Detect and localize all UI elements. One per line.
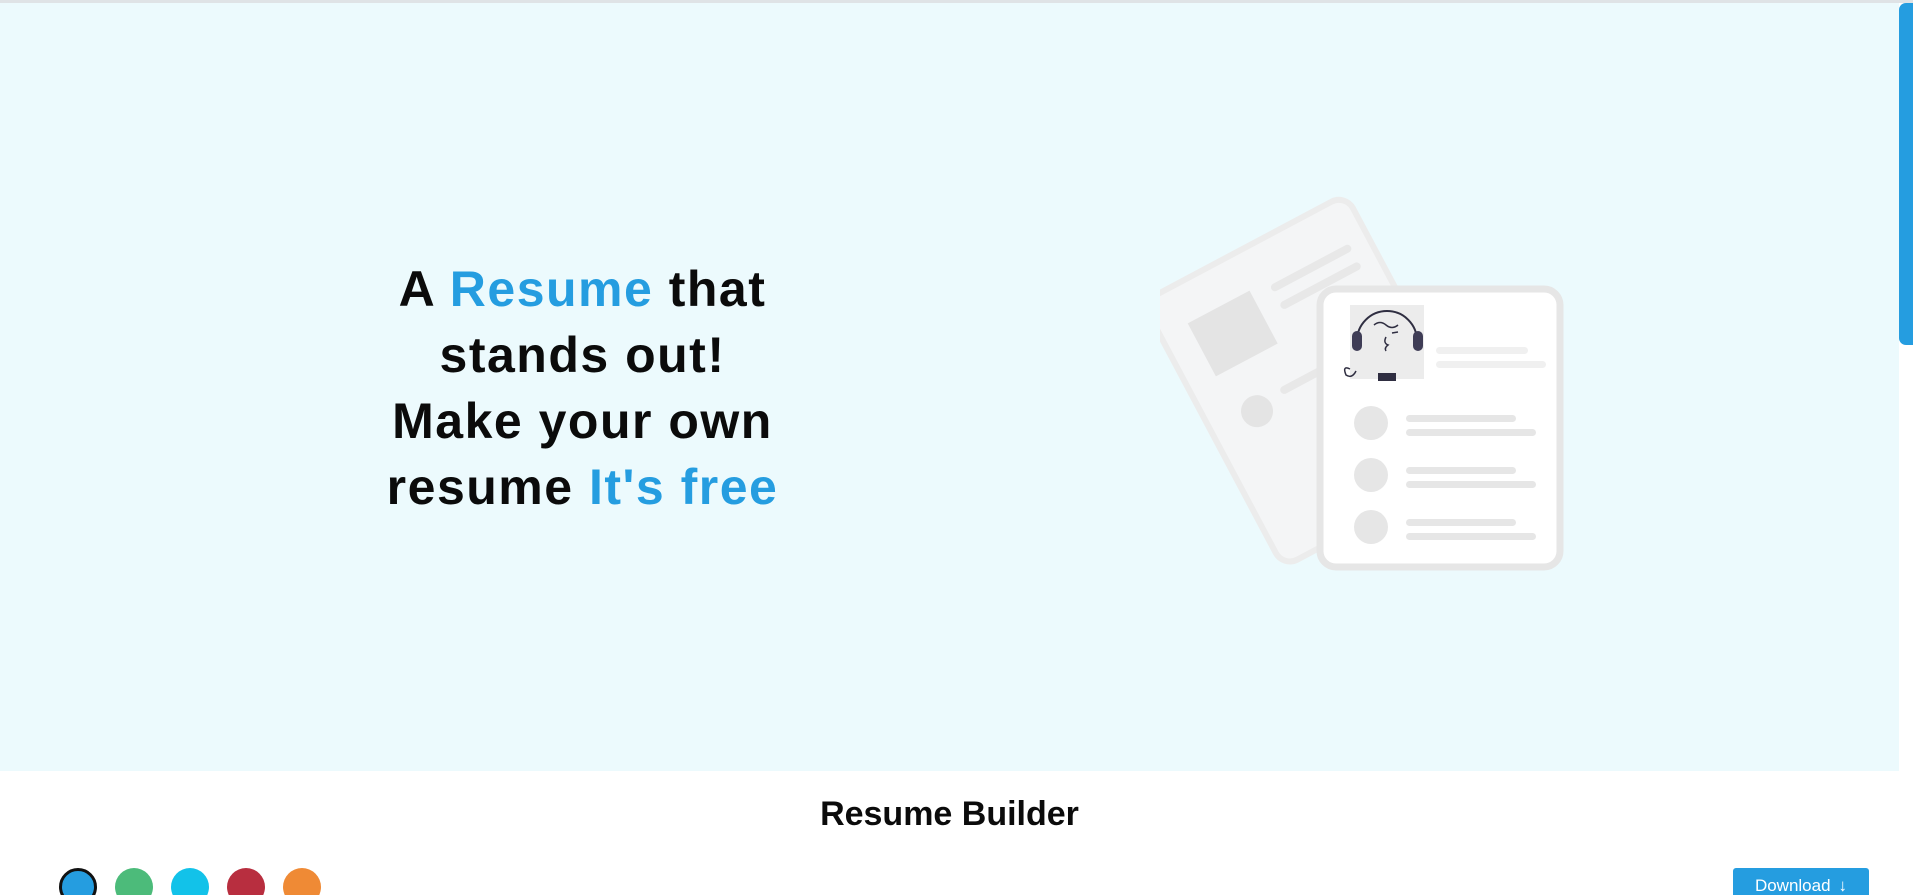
download-button[interactable]: Download ↓ <box>1733 868 1869 895</box>
hero-headline: A Resume that stands out! Make your own … <box>320 256 845 520</box>
color-swatch-2[interactable] <box>115 868 153 895</box>
hero-section: A Resume that stands out! Make your own … <box>0 3 1899 771</box>
hero-line1-prefix: A <box>398 261 450 317</box>
resume-illustration-icon <box>1160 196 1564 571</box>
hero-line2: stands out! <box>439 327 726 383</box>
hero-line1-suffix: that <box>653 261 767 317</box>
hero-line4-prefix: resume <box>386 459 589 515</box>
color-swatch-1[interactable] <box>59 868 97 895</box>
color-swatch-5[interactable] <box>283 868 321 895</box>
page: A Resume that stands out! Make your own … <box>0 0 1913 895</box>
color-swatch-3[interactable] <box>171 868 209 895</box>
hero-accent-free: It's free <box>588 459 779 515</box>
hero-line3: Make your own <box>392 393 773 449</box>
color-swatch-4[interactable] <box>227 868 265 895</box>
builder-title: Resume Builder <box>820 795 1079 833</box>
download-label: Download <box>1754 876 1831 895</box>
arrow-down-icon: ↓ <box>1838 876 1848 895</box>
hero-accent-resume: Resume <box>449 261 654 317</box>
page-scrollbar-thumb[interactable] <box>1899 3 1913 345</box>
